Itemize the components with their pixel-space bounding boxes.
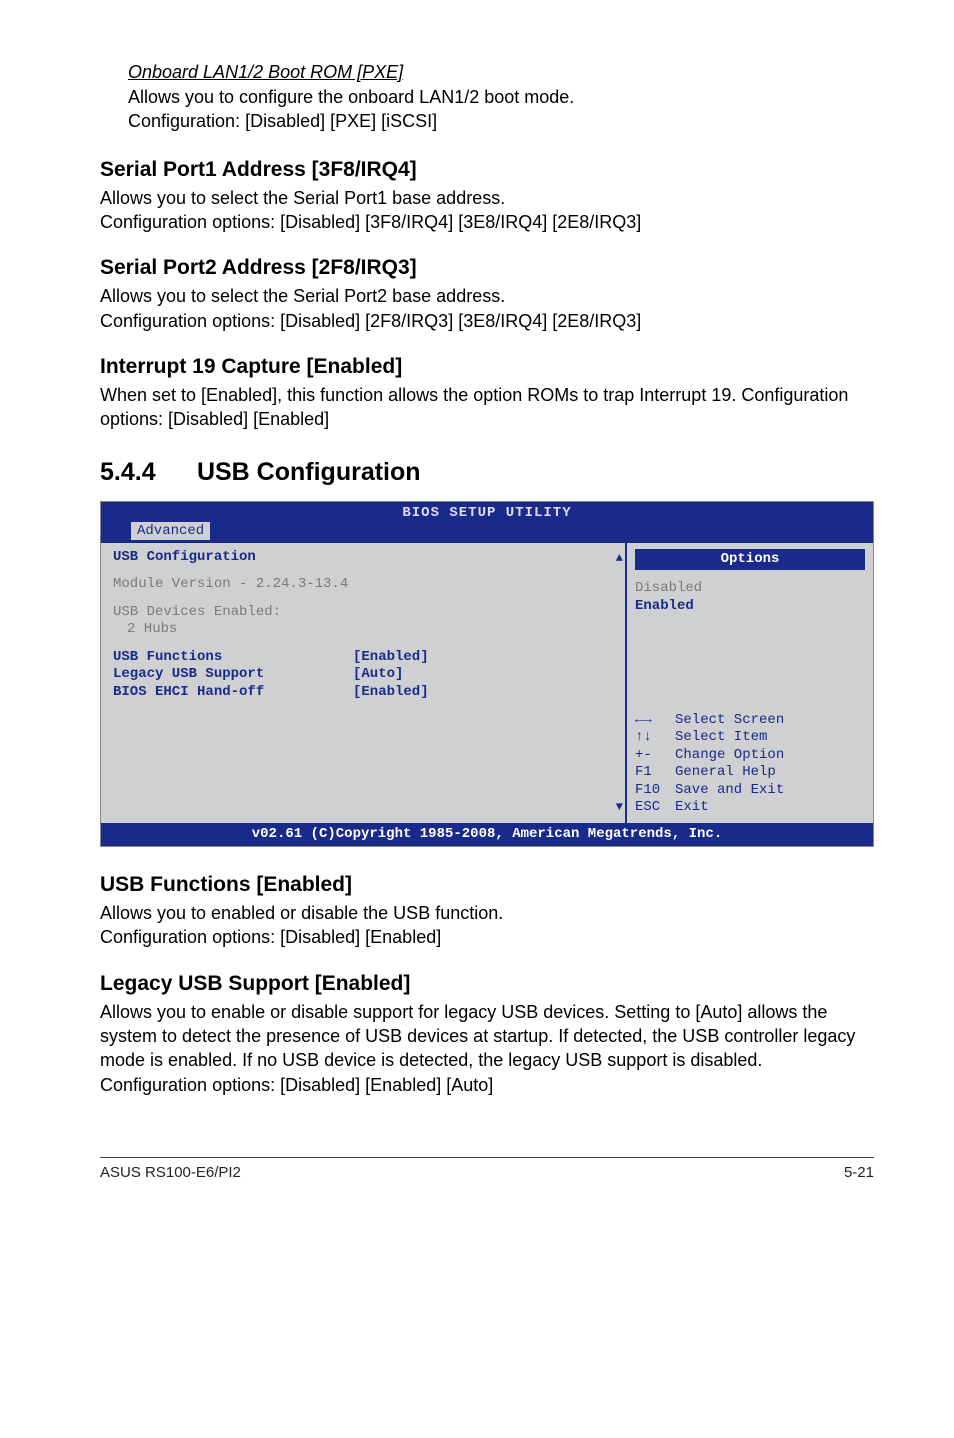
bios-devices-label: USB Devices Enabled: xyxy=(113,604,613,622)
help-val-select-screen: Select Screen xyxy=(675,712,784,730)
serial-port1-heading: Serial Port1 Address [3F8/IRQ4] xyxy=(100,158,874,182)
interrupt19-heading: Interrupt 19 Capture [Enabled] xyxy=(100,355,874,379)
interrupt19-l1: When set to [Enabled], this function all… xyxy=(100,383,874,432)
serial-port2-l1: Allows you to select the Serial Port2 ba… xyxy=(100,284,874,308)
help-val-exit: Exit xyxy=(675,799,709,817)
footer-left: ASUS RS100-E6/PI2 xyxy=(100,1164,241,1181)
help-val-general-help: General Help xyxy=(675,764,776,782)
legacy-usb-l1: Allows you to enable or disable support … xyxy=(100,1000,874,1097)
serial-port1-l1: Allows you to select the Serial Port1 ba… xyxy=(100,186,874,210)
legacy-usb-heading: Legacy USB Support [Enabled] xyxy=(100,972,874,996)
usb-functions-l2: Configuration options: [Disabled] [Enabl… xyxy=(100,925,874,949)
bios-devices-value: 2 Hubs xyxy=(113,621,613,639)
serial-port2-l2: Configuration options: [Disabled] [2F8/I… xyxy=(100,309,874,333)
section-number: 5.4.4 xyxy=(100,458,190,487)
bios-options-title: Options xyxy=(635,549,865,571)
footer-right: 5-21 xyxy=(844,1164,874,1181)
bios-legacy-usb-value[interactable]: [Auto] xyxy=(353,666,403,684)
bios-usb-functions-label[interactable]: USB Functions xyxy=(113,649,353,667)
help-key-arrows-lr: ←→ xyxy=(635,712,675,730)
onboard-lan-desc2: Configuration: [Disabled] [PXE] [iSCSI] xyxy=(128,109,874,133)
usb-functions-l1: Allows you to enabled or disable the USB… xyxy=(100,901,874,925)
usb-functions-heading: USB Functions [Enabled] xyxy=(100,873,874,897)
onboard-lan-heading: Onboard LAN1/2 Boot ROM [PXE] xyxy=(128,60,874,85)
help-val-select-item: Select Item xyxy=(675,729,767,747)
bios-ehci-value[interactable]: [Enabled] xyxy=(353,684,429,702)
bios-option-enabled[interactable]: Enabled xyxy=(635,598,865,616)
onboard-lan-desc1: Allows you to configure the onboard LAN1… xyxy=(128,85,874,109)
bios-legacy-usb-label[interactable]: Legacy USB Support xyxy=(113,666,353,684)
scroll-down-icon[interactable]: ▼ xyxy=(616,800,623,815)
help-key-f10: F10 xyxy=(635,782,675,800)
serial-port1-l2: Configuration options: [Disabled] [3F8/I… xyxy=(100,210,874,234)
bios-option-disabled[interactable]: Disabled xyxy=(635,580,865,598)
bios-usb-functions-value[interactable]: [Enabled] xyxy=(353,649,429,667)
help-val-save-exit: Save and Exit xyxy=(675,782,784,800)
bios-setup-box: BIOS SETUP UTILITY Advanced ▲ USB Config… xyxy=(100,501,874,848)
help-key-esc: ESC xyxy=(635,799,675,817)
bios-tab-advanced[interactable]: Advanced xyxy=(131,522,210,540)
bios-module-version: Module Version - 2.24.3-13.4 xyxy=(113,576,613,594)
bios-ehci-label[interactable]: BIOS EHCI Hand-off xyxy=(113,684,353,702)
section-title: USB Configuration xyxy=(197,458,421,486)
help-key-arrows-ud: ↑↓ xyxy=(635,729,675,747)
bios-section-heading: USB Configuration xyxy=(113,549,613,567)
help-val-change-option: Change Option xyxy=(675,747,784,765)
help-key-plusminus: +- xyxy=(635,747,675,765)
help-key-f1: F1 xyxy=(635,764,675,782)
bios-footer: v02.61 (C)Copyright 1985-2008, American … xyxy=(101,823,873,847)
serial-port2-heading: Serial Port2 Address [2F8/IRQ3] xyxy=(100,256,874,280)
bios-title: BIOS SETUP UTILITY xyxy=(101,505,873,523)
scroll-up-icon[interactable]: ▲ xyxy=(616,551,623,566)
